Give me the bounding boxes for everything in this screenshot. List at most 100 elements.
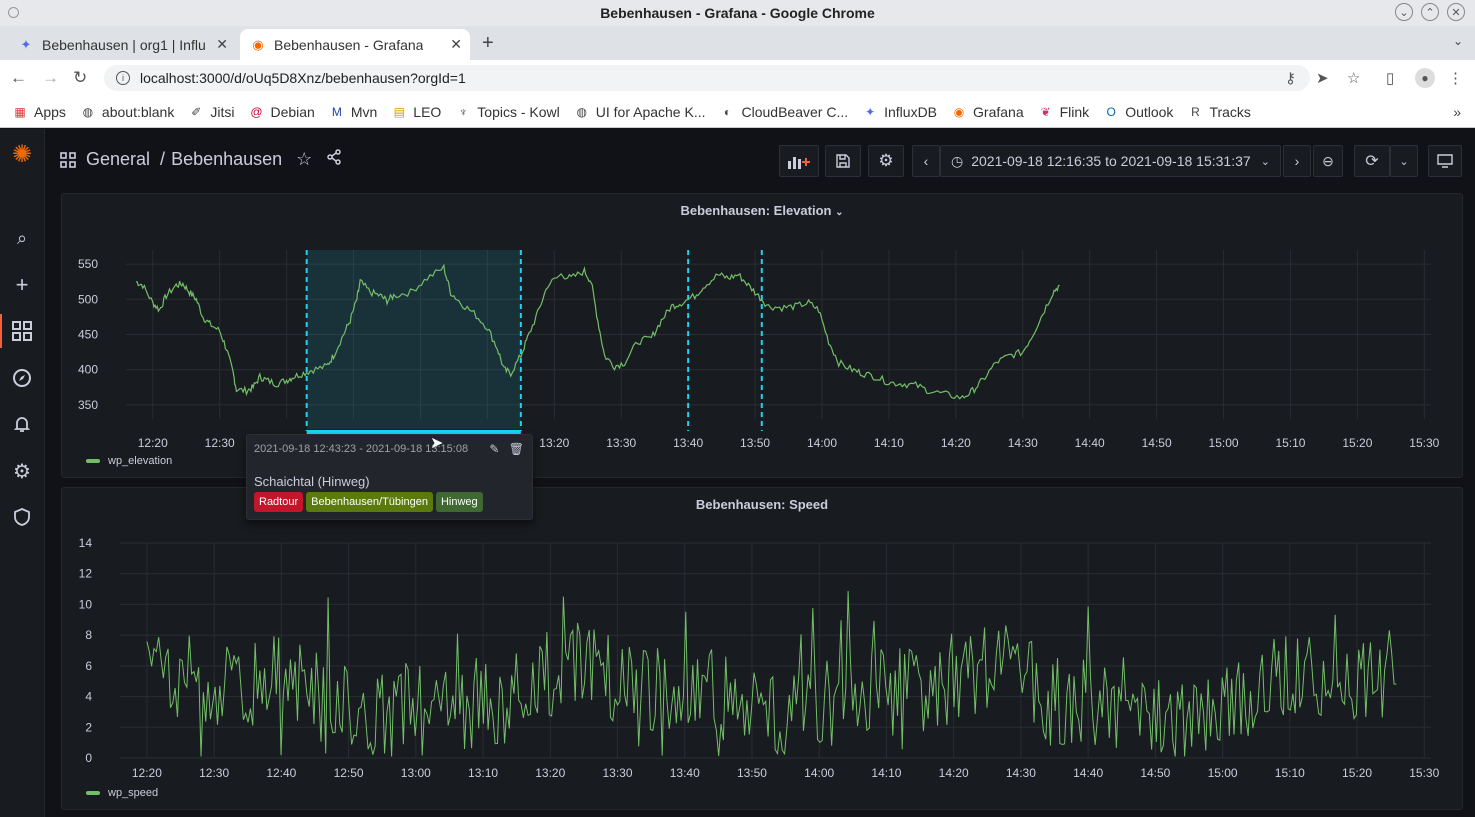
- dashboards-icon[interactable]: [0, 314, 33, 348]
- x-tick-label: 15:00: [1209, 436, 1239, 450]
- star-icon[interactable]: ☆: [296, 149, 312, 170]
- tab-title: Bebenhausen - Grafana: [274, 36, 424, 53]
- bookmark-label: Apps: [34, 103, 66, 120]
- legend-item[interactable]: wp_elevation: [86, 455, 172, 467]
- x-tick-label: 14:20: [941, 436, 971, 450]
- close-tab-icon[interactable]: ✕: [450, 36, 462, 53]
- create-plus-icon[interactable]: +: [11, 272, 33, 297]
- tab-influxdb[interactable]: ✦ Bebenhausen | org1 | Influ ✕: [8, 29, 236, 60]
- bookmark-4[interactable]: M Mvn: [329, 104, 377, 120]
- bookmark-3[interactable]: @ Debian: [248, 104, 314, 120]
- bookmark-label: LEO: [413, 103, 442, 120]
- search-icon[interactable]: ⌕: [11, 227, 33, 249]
- bookmark-7[interactable]: ◍ UI for Apache K...: [574, 104, 706, 120]
- share-icon[interactable]: [326, 149, 342, 170]
- chrome-menu-icon[interactable]: ⋮: [1448, 69, 1463, 87]
- monitor-icon: [1437, 154, 1453, 168]
- edit-pencil-icon[interactable]: ✎: [489, 442, 499, 456]
- y-tick-label: 6: [85, 659, 92, 673]
- close-window-icon[interactable]: ✕: [1447, 3, 1465, 21]
- folder-link[interactable]: General: [86, 149, 150, 170]
- bookmark-10[interactable]: ◉ Grafana: [951, 104, 1024, 120]
- window-menu-icon[interactable]: [8, 7, 19, 18]
- x-tick-label: 14:40: [1075, 436, 1105, 450]
- bookmark-6[interactable]: ♆ Topics - Kowl: [455, 104, 560, 120]
- bookmark-8[interactable]: ◐ CloudBeaver C...: [720, 104, 848, 120]
- y-tick-label: 12: [79, 567, 93, 581]
- delete-trash-icon[interactable]: 🗑: [509, 442, 524, 456]
- configuration-gear-icon[interactable]: ⚙: [11, 460, 33, 483]
- y-tick-label: 550: [78, 257, 98, 271]
- y-tick-label: 500: [78, 292, 98, 306]
- x-tick-label: 14:00: [804, 766, 834, 780]
- new-tab-icon[interactable]: +: [482, 32, 494, 55]
- x-tick-label: 14:20: [939, 766, 969, 780]
- alerting-bell-icon[interactable]: [11, 413, 33, 435]
- x-tick-label: 15:30: [1409, 766, 1439, 780]
- time-shift-forward-button[interactable]: ›: [1283, 145, 1311, 177]
- server-admin-shield-icon[interactable]: [11, 506, 33, 528]
- add-panel-button[interactable]: [779, 145, 819, 177]
- bookmark-13[interactable]: R Tracks: [1187, 104, 1251, 120]
- x-tick-label: 12:20: [138, 436, 168, 450]
- bookmark-12[interactable]: O Outlook: [1103, 104, 1174, 120]
- tab-search-icon[interactable]: ⌄: [1453, 34, 1463, 48]
- window-titlebar: Bebenhausen - Grafana - Google Chrome ⌄ …: [0, 0, 1475, 26]
- tab-grafana[interactable]: ◉ Bebenhausen - Grafana ✕: [240, 29, 470, 60]
- side-panel-icon[interactable]: ▯: [1386, 69, 1394, 87]
- bookmarks-overflow-icon[interactable]: »: [1453, 104, 1461, 120]
- annotation-tag[interactable]: Bebenhausen/Tübingen: [306, 492, 433, 512]
- bookmark-1[interactable]: ◍ about:blank: [80, 104, 175, 120]
- minimize-icon[interactable]: ⌄: [1395, 3, 1413, 21]
- refresh-interval-dropdown[interactable]: ⌄: [1390, 145, 1418, 177]
- refresh-button[interactable]: ⟳: [1354, 145, 1390, 177]
- tv-mode-button[interactable]: [1428, 145, 1462, 177]
- bookmark-5[interactable]: ▤ LEO: [391, 103, 442, 120]
- legend-item[interactable]: wp_speed: [86, 787, 158, 799]
- x-tick-label: 14:00: [807, 436, 837, 450]
- address-bar[interactable]: i localhost:3000/d/oUq5D8Xnz/bebenhausen…: [104, 65, 1310, 91]
- send-icon[interactable]: ➤: [1316, 69, 1329, 87]
- speed-panel[interactable]: Bebenhausen: Speed 0 2 4 6 8 10 12 14 12:20 12:30…: [61, 487, 1463, 810]
- close-tab-icon[interactable]: ✕: [216, 36, 228, 53]
- series-swatch: [86, 791, 100, 795]
- profile-avatar[interactable]: ●: [1415, 68, 1435, 88]
- breadcrumb: General / Bebenhausen ☆: [60, 149, 342, 170]
- bookmark-label: Debian: [270, 103, 315, 120]
- leo-icon: ▤: [393, 104, 405, 119]
- jitsi-icon: ✐: [191, 104, 202, 119]
- browser-toolbar: ← → ↻ i localhost:3000/d/oUq5D8Xnz/beben…: [0, 60, 1475, 96]
- dashboard-settings-button[interactable]: ⚙: [868, 145, 904, 177]
- speed-chart[interactable]: 0 2 4 6 8 10 12 14 12:20 12:30 12:40 12:50 13:00 13:1…: [62, 488, 1462, 809]
- x-tick-label: 12:30: [199, 766, 229, 780]
- chevron-down-icon: ⌄: [1260, 155, 1270, 168]
- zoom-out-button[interactable]: ⊖: [1313, 145, 1343, 177]
- tracks-icon: R: [1191, 104, 1200, 119]
- x-tick-label: 12:20: [132, 766, 162, 780]
- dashboard-title[interactable]: Bebenhausen: [171, 149, 282, 170]
- bookmark-star-icon[interactable]: ☆: [1347, 69, 1360, 87]
- time-range-picker[interactable]: ◷ 2021-09-18 12:16:35 to 2021-09-18 15:3…: [940, 145, 1281, 177]
- series-line-wp-elevation: [135, 263, 1060, 400]
- bookmark-11[interactable]: ❦ Flink: [1038, 104, 1090, 120]
- time-shift-back-button[interactable]: ‹: [912, 145, 940, 177]
- bookmark-2[interactable]: ✐ Jitsi: [188, 104, 234, 120]
- explore-compass-icon[interactable]: [11, 367, 33, 389]
- annotation-tag[interactable]: Radtour: [254, 492, 304, 512]
- x-tick-label: 13:00: [401, 766, 431, 780]
- bookmark-0[interactable]: ▦ Apps: [12, 104, 66, 120]
- bookmark-9[interactable]: ✦ InfluxDB: [862, 104, 937, 120]
- annotation-tooltip: 2021-09-18 12:43:23 - 2021-09-18 13:15:0…: [246, 434, 533, 520]
- forward-icon[interactable]: →: [42, 68, 59, 88]
- grafana-logo-icon[interactable]: ✺: [11, 141, 33, 168]
- save-dashboard-button[interactable]: [825, 145, 861, 177]
- globe-icon: ◍: [576, 104, 587, 119]
- key-icon[interactable]: ⚷: [1285, 69, 1296, 87]
- reload-icon[interactable]: ↻: [73, 68, 87, 88]
- maximize-icon[interactable]: ⌃: [1421, 3, 1439, 21]
- x-tick-label: 13:20: [535, 766, 565, 780]
- back-icon[interactable]: ←: [10, 68, 27, 88]
- add-panel-icon: [788, 157, 810, 169]
- site-info-icon[interactable]: i: [116, 71, 130, 85]
- annotation-tag[interactable]: Hinweg: [435, 492, 483, 512]
